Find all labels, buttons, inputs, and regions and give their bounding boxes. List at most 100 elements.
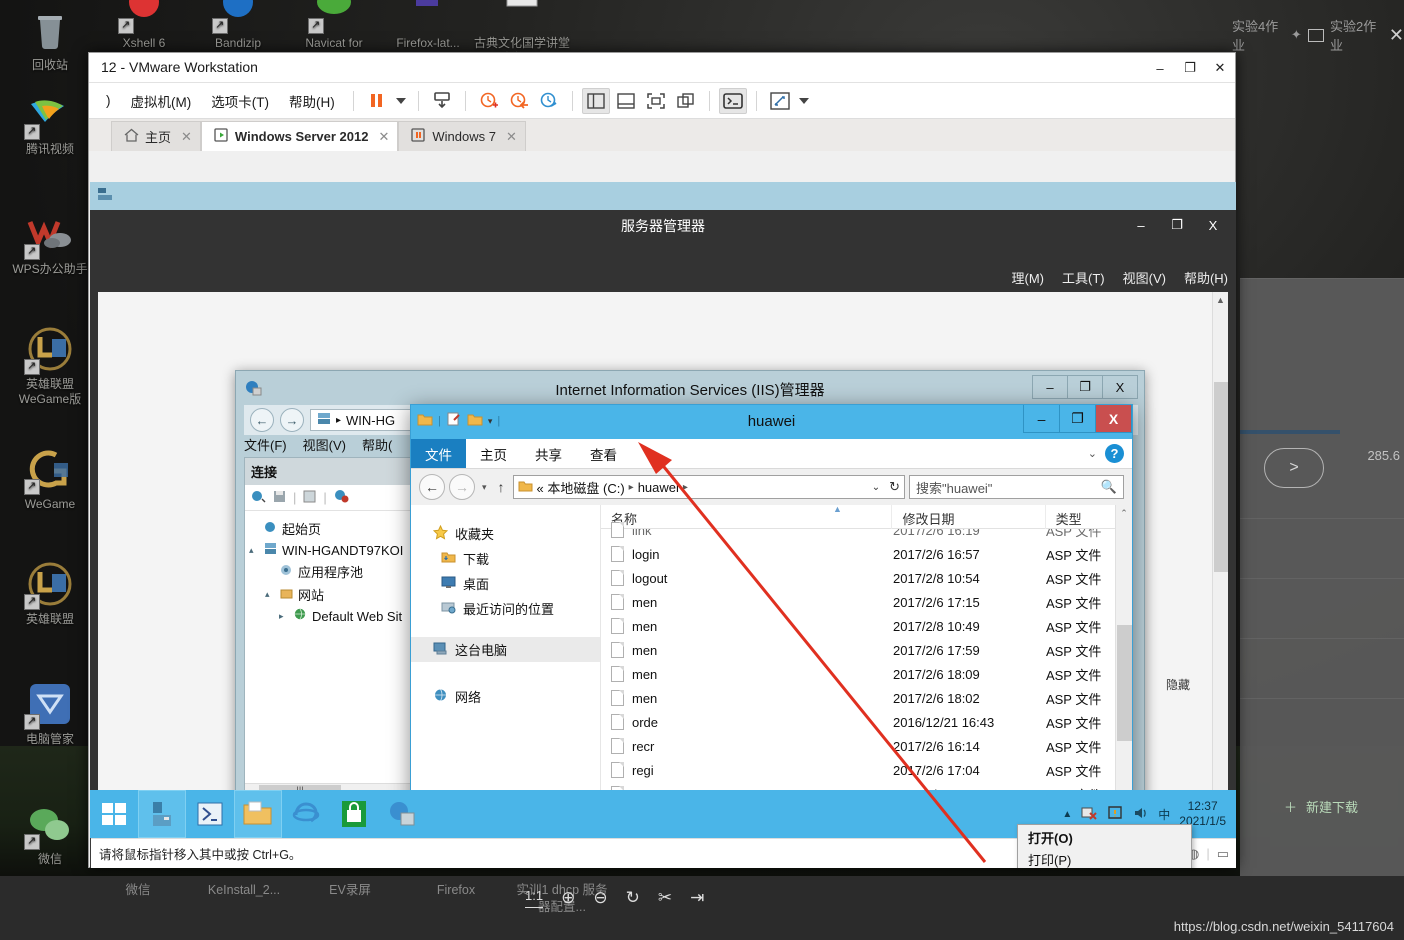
tab-close-icon[interactable]: ✕ <box>181 129 192 145</box>
console-icon[interactable] <box>718 87 747 114</box>
search-input[interactable]: 搜索"huawei" 🔍 <box>909 475 1124 499</box>
volume-icon[interactable] <box>1133 805 1149 824</box>
desktop-icon-xshell[interactable]: Xshell 6 <box>96 0 192 51</box>
table-row[interactable]: recr 2017/2/6 16:14 ASP 文件 <box>601 734 1132 758</box>
refresh-icon[interactable]: ↻ <box>889 479 900 495</box>
pause-button[interactable] <box>363 88 391 114</box>
desktop-icon-pc-manager[interactable]: 电脑管家 <box>2 680 98 747</box>
show-library-icon[interactable] <box>581 87 610 114</box>
desktop-icon-recycle-bin[interactable]: 回收站 <box>2 6 98 73</box>
minimize-button[interactable]: – <box>1124 214 1158 236</box>
maximize-button[interactable]: ❐ <box>1067 375 1103 399</box>
desktop-icon-wechat[interactable]: 微信 <box>2 800 98 867</box>
table-row[interactable]: men 2017/2/6 17:59 ASP 文件 <box>601 638 1132 662</box>
ribbon-tab-file[interactable]: 文件 <box>411 439 466 468</box>
taskbar-internet-explorer[interactable] <box>282 790 330 838</box>
taskbar-store[interactable] <box>330 790 378 838</box>
zoom-in-button[interactable]: ⊕ <box>561 888 575 908</box>
desktop-icon-lol[interactable]: 英雄联盟 <box>2 560 98 627</box>
sidebar-item-network[interactable]: 网络 <box>411 684 600 709</box>
zoom-out-button[interactable]: ⊖ <box>593 888 607 908</box>
back-button[interactable]: ← <box>250 408 274 432</box>
new-download-button[interactable]: ＋ 新建下载 <box>1284 797 1358 816</box>
next-arrow-button[interactable]: > <box>1264 448 1324 488</box>
up-button[interactable]: ↑ <box>494 479 509 495</box>
desktop-icon-wegame[interactable]: WeGame <box>2 445 98 512</box>
expand-ribbon-icon[interactable]: ⌄ <box>1088 447 1097 460</box>
ribbon-tab-home[interactable]: 主页 <box>466 439 521 468</box>
add-connection-icon[interactable] <box>251 489 266 506</box>
tree-node-app-pools[interactable]: 应用程序池 <box>249 560 419 583</box>
remove-connection-icon[interactable] <box>334 489 349 506</box>
scroll-up-icon[interactable]: ⌃ <box>1116 505 1132 522</box>
scrollbar-thumb[interactable] <box>1214 382 1228 572</box>
tree-expander[interactable]: ▴ <box>265 589 275 600</box>
search-icon[interactable]: 🔍 <box>1101 479 1117 495</box>
tab-close-icon[interactable]: ✕ <box>506 129 517 145</box>
desktop-icon-bandizip[interactable]: Bandizip <box>190 0 286 51</box>
table-row[interactable]: men 2017/2/8 10:49 ASP 文件 <box>601 614 1132 638</box>
ribbon-tab-share[interactable]: 共享 <box>521 439 576 468</box>
save-icon[interactable] <box>273 490 286 506</box>
desktop-icon-firefox[interactable]: Firefox-lat... <box>380 0 476 51</box>
menu-item-help[interactable]: 帮助(H) <box>1184 268 1228 287</box>
host-app-ev-recorder[interactable]: EV录屏 <box>304 882 396 916</box>
close-icon[interactable]: ✕ <box>1389 25 1404 46</box>
server-manager-scrollbar[interactable]: ▲ ▼ <box>1212 292 1228 810</box>
breadcrumb-segment-drive[interactable]: « 本地磁盘 (C:) <box>537 478 625 497</box>
ime-indicator[interactable]: 中 <box>1158 806 1170 823</box>
network-error-icon[interactable] <box>1081 805 1098 824</box>
minimize-button[interactable]: – <box>1032 375 1068 399</box>
desktop-icon-wps[interactable]: WPS办公助手 <box>2 210 98 277</box>
tab-close-icon[interactable]: ✕ <box>378 129 389 145</box>
table-row[interactable]: login 2017/2/6 16:57 ASP 文件 <box>601 542 1132 566</box>
tab-windows-server-2012[interactable]: Windows Server 2012 ✕ <box>200 121 399 151</box>
menu-item-tools[interactable]: 工具(T) <box>1062 268 1105 287</box>
taskbar-iis-manager[interactable] <box>378 790 426 838</box>
scrollbar-thumb[interactable] <box>1117 625 1132 741</box>
disconnect-icon[interactable] <box>303 490 316 506</box>
menu-item-vm[interactable]: 虚拟机(M) <box>122 86 201 116</box>
menu-item-partial[interactable]: ) <box>97 88 120 113</box>
snapshot-manager-icon[interactable] <box>535 88 563 114</box>
breadcrumb-segment-folder[interactable]: huawei <box>638 480 679 495</box>
sidebar-item-favorites[interactable]: 收藏夹 <box>411 521 600 546</box>
menu-item-file[interactable]: 文件(F) <box>244 435 287 454</box>
context-menu-item[interactable]: 打开(O) <box>1018 827 1191 849</box>
tab-windows-7[interactable]: Windows 7 ✕ <box>398 121 526 151</box>
forward-button[interactable]: → <box>280 408 304 432</box>
actual-size-button[interactable]: 1:1 <box>525 888 544 908</box>
taskbar-server-manager[interactable] <box>138 790 186 838</box>
install-tools-button[interactable] <box>428 88 456 114</box>
close-button[interactable]: X <box>1196 214 1230 236</box>
table-row[interactable]: logout 2017/2/8 10:54 ASP 文件 <box>601 566 1132 590</box>
close-button[interactable]: X <box>1095 405 1132 433</box>
menu-item-help[interactable]: 帮助(H) <box>280 86 344 116</box>
show-hidden-icons-button[interactable]: ▲ <box>1062 809 1072 820</box>
minimize-button[interactable]: – <box>1023 405 1060 433</box>
fullscreen-icon[interactable] <box>642 88 670 114</box>
refresh-button[interactable]: ↻ <box>626 888 640 908</box>
sidebar-item-recent-places[interactable]: 最近访问的位置 <box>411 596 600 621</box>
close-button[interactable]: ✕ <box>1205 53 1235 83</box>
maximize-button[interactable]: ❐ <box>1175 53 1205 83</box>
sidebar-item-downloads[interactable]: 下载 <box>411 546 600 571</box>
stretch-icon[interactable] <box>766 88 794 114</box>
ribbon-tab-view[interactable]: 查看 <box>576 439 631 468</box>
table-row[interactable]: men 2017/2/6 18:09 ASP 文件 <box>601 662 1132 686</box>
restore-button[interactable]: ❐ <box>1160 214 1194 236</box>
forward-button[interactable]: → <box>449 474 475 500</box>
hide-link[interactable]: 隐藏 <box>1166 676 1190 693</box>
message-log-icon[interactable]: ▭ <box>1217 846 1229 862</box>
top-right-label-2[interactable]: 实验2作业 <box>1330 16 1383 54</box>
desktop-icon-lol-wegame[interactable]: 英雄联盟WeGame版 <box>2 325 98 407</box>
table-row[interactable]: regi 2017/2/6 17:04 ASP 文件 <box>601 758 1132 782</box>
taskbar-powershell[interactable] <box>186 790 234 838</box>
save-button[interactable]: ⇥ <box>690 888 704 908</box>
power-dropdown-icon[interactable] <box>393 88 409 114</box>
tree-node-default-web-site[interactable]: ▸ Default Web Sit <box>249 606 419 626</box>
table-row[interactable]: men 2017/2/6 18:02 ASP 文件 <box>601 686 1132 710</box>
action-center-warning-icon[interactable] <box>1107 805 1124 824</box>
host-app-wechat[interactable]: 微信 <box>92 882 184 916</box>
menu-item-manage[interactable]: 理(M) <box>1012 268 1045 287</box>
